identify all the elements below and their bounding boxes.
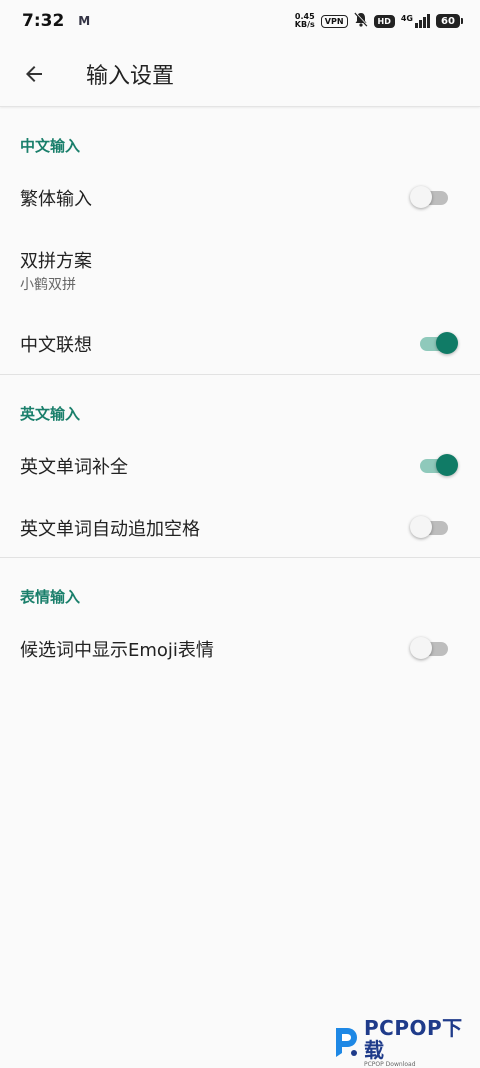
network-speed-unit: KB/s	[294, 20, 315, 29]
traditional-chinese-switch[interactable]	[410, 185, 450, 209]
page-title: 输入设置	[86, 64, 175, 89]
watermark-sub: PCPOP Download	[364, 1060, 416, 1068]
english-auto-space-switch[interactable]	[410, 515, 450, 539]
watermark-main: PCPOP下载	[364, 1015, 463, 1062]
pref-emoji-candidates[interactable]: 候选词中显示Emoji表情	[0, 620, 480, 676]
pref-traditional-chinese[interactable]: 繁体输入	[0, 169, 480, 225]
network-speed: 0.45 KB/s	[295, 13, 315, 29]
section-header: 表情输入	[20, 588, 81, 606]
section-header: 中文输入	[20, 137, 81, 155]
vpn-icon: VPN	[320, 14, 348, 28]
pcpop-watermark: PCPOP下载 PCPOP Download	[332, 1017, 480, 1068]
section-emoji-input: 表情输入 候选词中显示Emoji表情	[0, 557, 480, 688]
pref-english-completion[interactable]: 英文单词补全	[0, 437, 480, 493]
pref-shuangpin-scheme[interactable]: 双拼方案 小鹤双拼	[0, 237, 480, 301]
watermark-text: PCPOP下载 PCPOP Download	[364, 1017, 480, 1068]
pref-title: 候选词中显示Emoji表情	[20, 640, 214, 661]
section-header: 英文输入	[20, 405, 81, 423]
section-chinese-input: 中文输入 繁体输入 双拼方案 小鹤双拼 中文联想	[0, 107, 480, 374]
pref-chinese-prediction[interactable]: 中文联想	[0, 315, 480, 371]
pref-title: 繁体输入	[20, 189, 92, 210]
status-bar: 7:32 M 0.45 KB/s VPN HD 4G 60	[0, 0, 480, 42]
pref-title: 双拼方案	[20, 251, 92, 272]
section-english-input: 英文输入 英文单词补全 英文单词自动追加空格	[0, 374, 480, 558]
gmail-icon: M	[78, 14, 91, 28]
pref-title: 英文单词自动追加空格	[20, 519, 200, 540]
pref-english-auto-space[interactable]: 英文单词自动追加空格	[0, 499, 480, 555]
signal-icon: 4G	[401, 14, 430, 28]
arrow-left-icon	[26, 66, 42, 82]
pref-summary: 小鹤双拼	[20, 277, 76, 293]
english-completion-switch[interactable]	[418, 453, 458, 477]
chinese-prediction-switch[interactable]	[418, 331, 458, 355]
status-left: 7:32 M	[22, 11, 90, 31]
bell-muted-icon	[353, 11, 368, 31]
emoji-candidates-switch[interactable]	[410, 636, 450, 660]
pref-title: 英文单词补全	[20, 457, 128, 478]
network-type: 4G	[400, 14, 413, 23]
pref-title: 中文联想	[20, 335, 92, 356]
back-button[interactable]	[14, 54, 54, 94]
toolbar: 输入设置	[0, 42, 480, 107]
pcpop-logo-icon	[332, 1025, 360, 1059]
status-right: 0.45 KB/s VPN HD 4G 60	[295, 11, 463, 31]
hd-icon: HD	[373, 14, 395, 28]
battery-icon: 60	[436, 14, 463, 28]
status-time: 7:32	[22, 11, 65, 31]
